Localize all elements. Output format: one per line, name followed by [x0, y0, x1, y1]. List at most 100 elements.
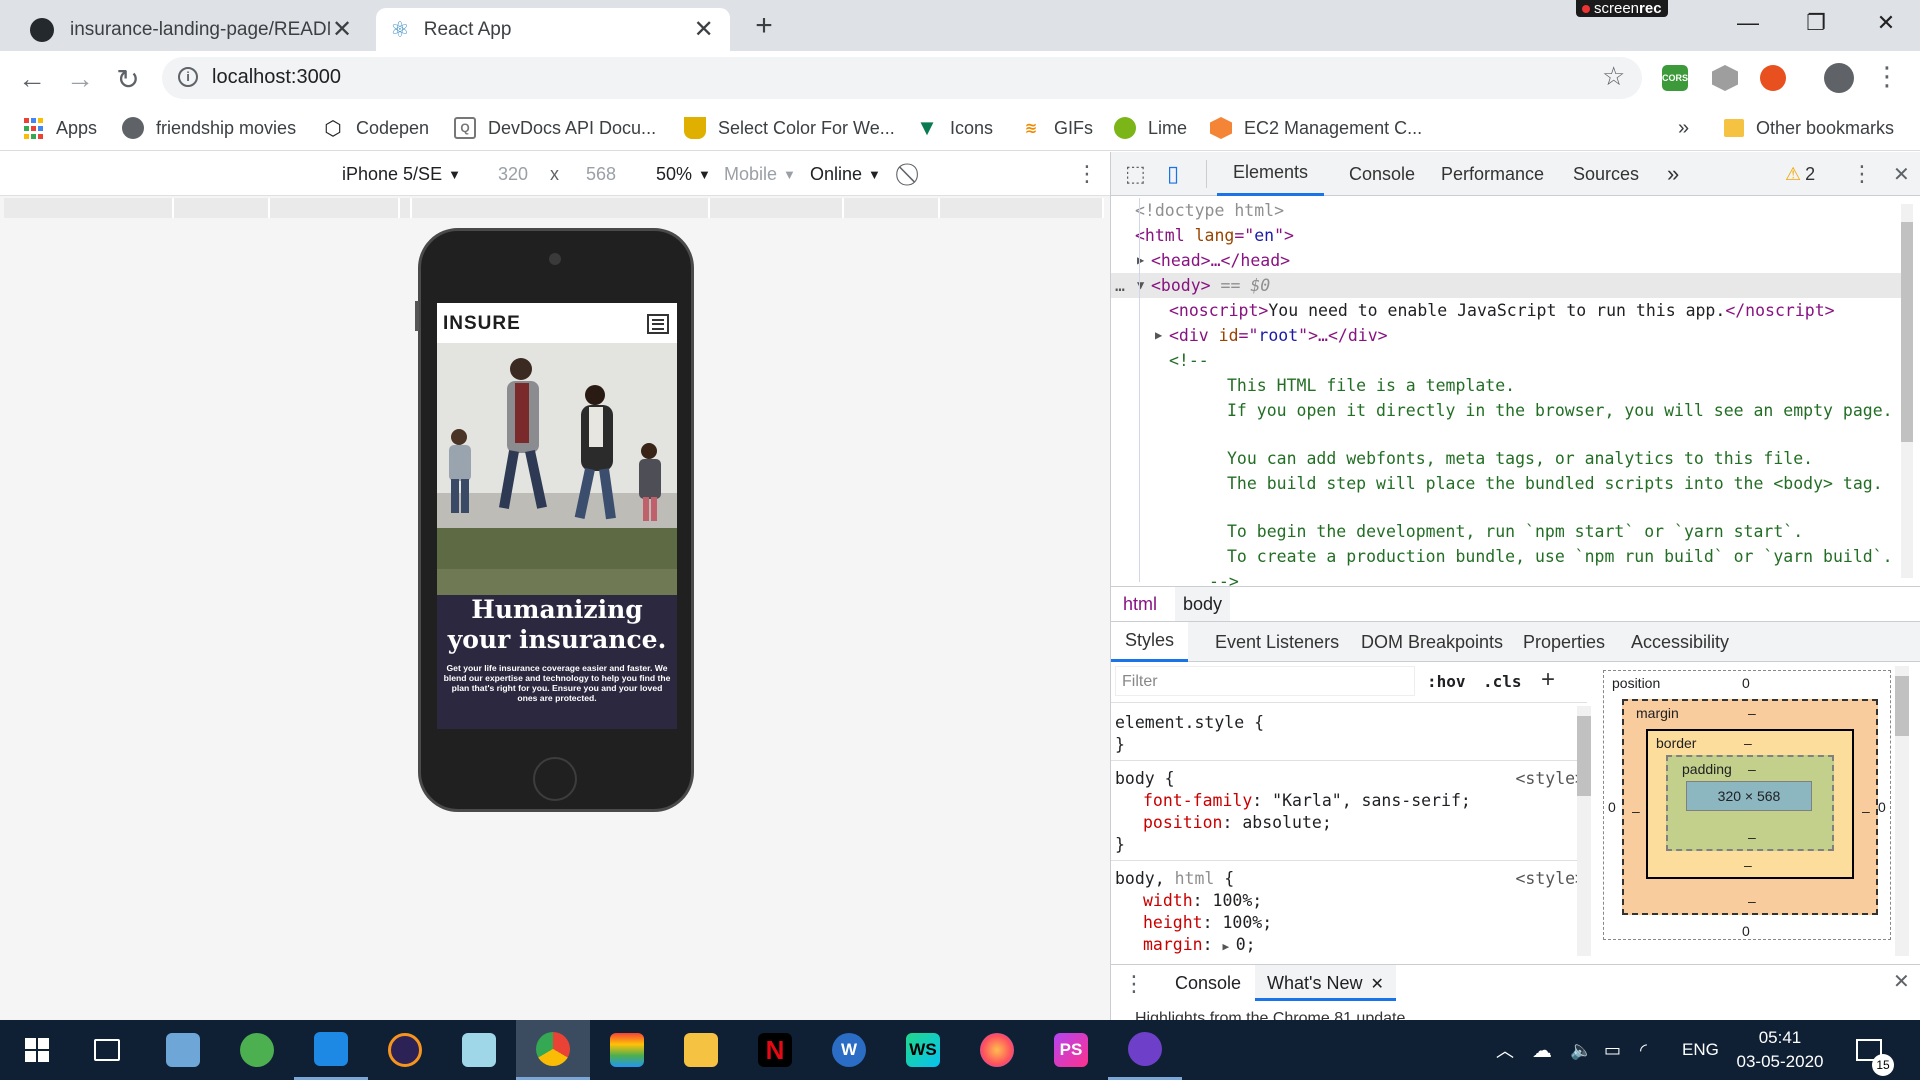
device-toggle-icon[interactable]: ▯ — [1167, 152, 1179, 196]
restore-button[interactable]: ❐ — [1786, 6, 1846, 40]
hover-state-toggle[interactable]: :hov — [1427, 672, 1466, 691]
drawer-menu-icon[interactable]: ⋮ — [1123, 971, 1145, 997]
subtab-accessibility[interactable]: Accessibility — [1619, 622, 1741, 662]
back-button[interactable]: ← — [14, 61, 50, 97]
reload-button[interactable]: ↻ — [110, 61, 146, 97]
bookmark-apps[interactable]: Apps — [22, 105, 97, 151]
cors-extension-icon[interactable]: CORS — [1662, 65, 1688, 91]
taskbar-github-desktop[interactable] — [1108, 1020, 1182, 1080]
taskbar-vscode[interactable] — [294, 1020, 368, 1080]
bookmark-codepen[interactable]: ⬡ Codepen — [322, 105, 429, 151]
taskbar-file-explorer[interactable] — [664, 1020, 738, 1080]
position-box[interactable]: position 0 0 0 margin – – – – border – –… — [1603, 670, 1891, 940]
css-declaration[interactable]: width: 100%; — [1111, 890, 1586, 912]
ruler-segment[interactable] — [940, 198, 1104, 218]
bookmark-icons[interactable]: ▼ Icons — [916, 105, 993, 151]
bookmark-gifs[interactable]: ≋ GIFs — [1020, 105, 1093, 151]
taskbar-netflix[interactable]: N — [738, 1020, 812, 1080]
device-toolbar-menu-icon[interactable]: ⋮ — [1076, 152, 1098, 196]
subtab-event-listeners[interactable]: Event Listeners — [1203, 622, 1351, 662]
css-declaration[interactable]: font-family: "Karla", sans-serif; — [1111, 790, 1586, 812]
new-tab-button[interactable]: + — [748, 10, 780, 42]
ruler-segment[interactable] — [710, 198, 844, 218]
close-drawer-tab-icon[interactable]: ✕ — [1370, 976, 1383, 993]
ruler-segment[interactable] — [412, 198, 710, 218]
warnings-counter[interactable]: ⚠ 2 — [1785, 152, 1815, 196]
throttle-select[interactable]: Online ▼ — [810, 152, 881, 196]
bookmark-lime[interactable]: Lime — [1114, 105, 1187, 151]
ruler-segment[interactable] — [400, 198, 412, 218]
tab-github[interactable]: insurance-landing-page/READM ✕ — [12, 8, 362, 51]
taskbar-notepad[interactable] — [442, 1020, 516, 1080]
style-source-link[interactable]: <style> — [1495, 768, 1585, 790]
taskbar-task-view[interactable] — [70, 1020, 144, 1080]
subtab-dom-breakpoints[interactable]: DOM Breakpoints — [1349, 622, 1515, 662]
taskbar-word[interactable]: W — [812, 1020, 886, 1080]
breadcrumb-html[interactable]: html — [1123, 594, 1157, 615]
ruler-segment[interactable] — [844, 198, 940, 218]
close-window-button[interactable]: ✕ — [1856, 6, 1916, 40]
bookmark-select-color[interactable]: Select Color For We... — [684, 105, 895, 151]
styles-scrollbar[interactable] — [1577, 706, 1591, 956]
dom-head-node[interactable]: ▶ <head>…</head> — [1111, 248, 1906, 273]
forward-button[interactable]: → — [62, 61, 98, 97]
taskbar-firefox[interactable] — [960, 1020, 1034, 1080]
element-style-rule[interactable]: element.style { — [1111, 712, 1586, 734]
bookmarks-overflow-button[interactable]: » — [1678, 105, 1689, 151]
subtab-properties[interactable]: Properties — [1511, 622, 1617, 662]
styles-filter-input[interactable]: Filter — [1115, 666, 1415, 696]
taskbar-android-studio[interactable] — [220, 1020, 294, 1080]
dom-html-node[interactable]: <html lang="en"> — [1111, 223, 1906, 248]
drawer-tab-whats-new[interactable]: What's New ✕ — [1255, 965, 1396, 1001]
cube-extension-icon[interactable] — [1712, 65, 1738, 91]
device-select[interactable]: iPhone 5/SE ▼ — [342, 152, 461, 196]
drawer-tab-console[interactable]: Console — [1163, 965, 1253, 1001]
taskbar-bluestacks[interactable] — [590, 1020, 664, 1080]
wifi-icon[interactable]: ◜ — [1640, 1020, 1647, 1080]
bookmark-star-icon[interactable]: ☆ — [1602, 61, 1625, 92]
close-devtools-icon[interactable]: ✕ — [1893, 152, 1910, 196]
profile-avatar[interactable] — [1824, 63, 1854, 93]
new-rule-button[interactable]: + — [1541, 666, 1555, 694]
info-icon[interactable]: i — [178, 67, 198, 87]
tab-performance[interactable]: Performance — [1433, 152, 1552, 196]
border-box[interactable]: border – – padding – – 320 × 568 — [1646, 729, 1854, 879]
dom-root-div-node[interactable]: ▶ <div id="root">…</div> — [1111, 323, 1906, 348]
dom-doctype[interactable]: <!doctype html> — [1111, 198, 1906, 223]
close-tab-icon[interactable]: ✕ — [692, 17, 716, 42]
inspect-element-icon[interactable]: ⬚ — [1125, 152, 1146, 196]
subtab-styles[interactable]: Styles — [1111, 622, 1189, 662]
css-declaration[interactable]: margin: ▶ 0; — [1111, 934, 1586, 956]
taskbar-phpstorm[interactable]: PS — [1034, 1020, 1108, 1080]
ruler-segment[interactable] — [4, 198, 174, 218]
tab-sources[interactable]: Sources — [1565, 152, 1647, 196]
taskbar-eclipse[interactable] — [368, 1020, 442, 1080]
zoom-select[interactable]: 50% ▼ — [656, 152, 711, 196]
breadcrumb-body[interactable]: body — [1175, 587, 1231, 621]
chrome-menu-icon[interactable]: ⋮ — [1874, 61, 1900, 92]
taskbar-webstorm[interactable]: WS — [886, 1020, 960, 1080]
taskbar-virtualbox[interactable] — [146, 1020, 220, 1080]
expand-arrow-icon[interactable]: ▶ — [1155, 323, 1162, 348]
ellipsis-icon[interactable]: … — [1115, 273, 1125, 298]
viewport-width-input[interactable]: 320 — [498, 152, 528, 196]
tab-console[interactable]: Console — [1341, 152, 1423, 196]
battery-icon[interactable]: ▭ — [1604, 1020, 1621, 1080]
close-drawer-icon[interactable]: ✕ — [1893, 969, 1910, 994]
site-logo[interactable]: INSURE — [443, 313, 521, 335]
box-model-scrollbar[interactable] — [1895, 666, 1909, 956]
hamburger-menu-icon[interactable] — [647, 314, 669, 334]
devtools-menu-icon[interactable]: ⋮ — [1851, 152, 1873, 196]
start-button[interactable] — [0, 1020, 74, 1080]
ublock-extension-icon[interactable] — [1760, 65, 1786, 91]
url-text[interactable]: localhost:3000 — [212, 66, 341, 89]
volume-icon[interactable]: 🔈 — [1570, 1020, 1592, 1080]
bookmark-friendship-movies[interactable]: friendship movies — [122, 105, 296, 151]
css-declaration[interactable]: position: absolute; — [1111, 812, 1586, 834]
address-bar[interactable]: i localhost:3000 ☆ — [162, 57, 1642, 99]
tab-elements[interactable]: Elements — [1217, 152, 1325, 196]
dom-body-node[interactable]: … ▼ <body> == $0 — [1111, 273, 1906, 298]
dom-comment-open[interactable]: <!-- — [1111, 348, 1906, 373]
dom-noscript-node[interactable]: <noscript>You need to enable JavaScript … — [1111, 298, 1906, 323]
other-bookmarks[interactable]: Other bookmarks — [1724, 105, 1894, 151]
